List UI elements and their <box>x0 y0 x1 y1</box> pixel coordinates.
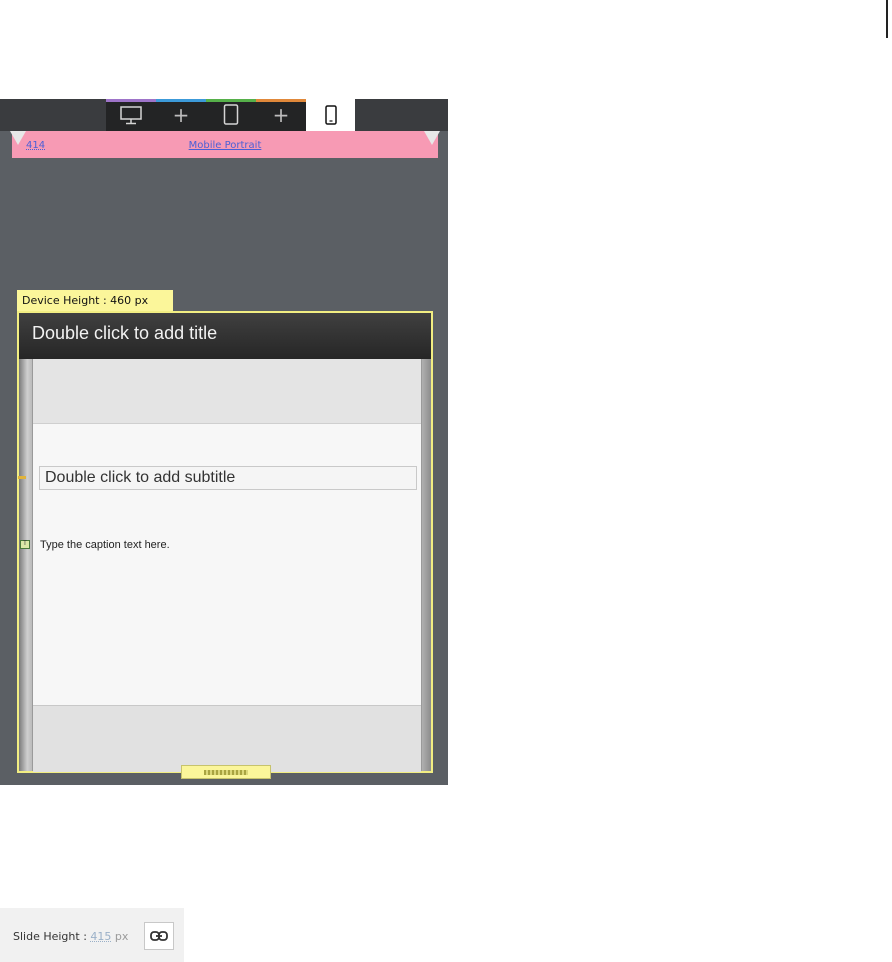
slide-frame: T Double click to add subtitle Type the … <box>18 359 431 772</box>
tab-strip-add-2 <box>256 99 306 102</box>
tab-strip-desktop <box>106 99 156 102</box>
text-cursor <box>886 0 888 38</box>
caption-placeholder[interactable]: Type the caption text here. <box>40 539 170 551</box>
device-height-resize-handle[interactable] <box>181 765 271 779</box>
grip-icon <box>204 770 248 775</box>
tab-tablet[interactable] <box>206 99 256 131</box>
desktop-icon <box>120 106 142 125</box>
tab-desktop[interactable] <box>106 99 156 131</box>
slide-height-value[interactable]: 415 <box>90 930 111 943</box>
slide-top-band <box>33 359 421 424</box>
breakpoint-ruler: 414 Mobile Portrait <box>12 131 438 158</box>
breakpoint-name-link[interactable]: Mobile Portrait <box>12 140 438 151</box>
device-frame: Double click to add title T Double click… <box>17 311 433 773</box>
tab-strip-add-1 <box>156 99 206 102</box>
caption-marker-icon: T <box>20 540 30 549</box>
tab-mobile-selected[interactable] <box>306 99 355 131</box>
breakpoint-toolbar: + + <box>0 99 448 131</box>
device-preview-panel: + + 414 Mobile Portrait Device Height: … <box>0 99 448 785</box>
link-height-button[interactable] <box>144 922 174 950</box>
link-icon <box>150 931 168 941</box>
tab-strip-tablet <box>206 99 256 102</box>
slide-bottom-band <box>33 705 421 772</box>
slide-height-label-text: Slide Height : <box>13 930 87 943</box>
slide-title-bar[interactable]: Double click to add title <box>19 313 431 359</box>
add-breakpoint-button[interactable]: + <box>156 99 206 131</box>
title-placeholder[interactable]: Double click to add title <box>32 323 217 344</box>
slide-canvas: Double click to add subtitle Type the ca… <box>32 359 422 772</box>
slide-height-label: Slide Height : 415 px <box>13 930 128 943</box>
breakpoint-tabs: + + <box>106 99 355 131</box>
mobile-icon <box>324 105 337 125</box>
tablet-icon <box>223 104 239 125</box>
slide-height-control: Slide Height : 415 px <box>0 908 184 962</box>
subtitle-marker-icon <box>18 476 26 479</box>
ruler-right-marker-icon[interactable] <box>424 131 440 145</box>
subtitle-placeholder: Double click to add subtitle <box>45 469 236 486</box>
plus-icon: + <box>172 103 190 127</box>
ruler-left-marker-icon[interactable] <box>10 131 26 145</box>
subtitle-placeholder-box[interactable]: Double click to add subtitle <box>39 466 417 490</box>
slide-height-unit: px <box>114 930 129 943</box>
add-breakpoint-button-2[interactable]: + <box>256 99 306 131</box>
device-height-label: Device Height : 460 px <box>17 290 173 311</box>
plus-icon: + <box>272 103 290 127</box>
